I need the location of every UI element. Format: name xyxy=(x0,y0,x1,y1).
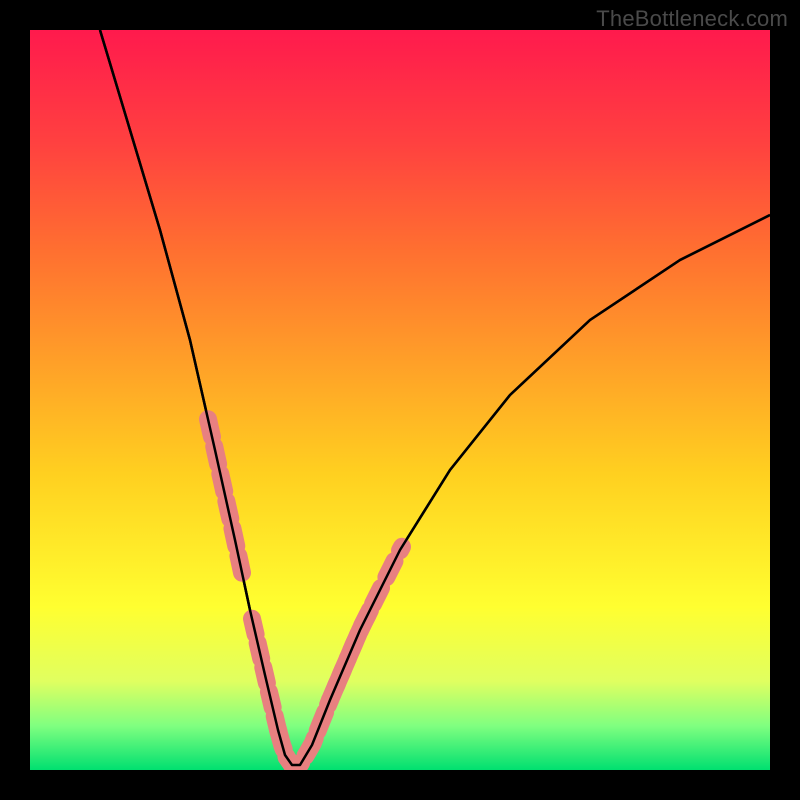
bottleneck-curve xyxy=(100,30,770,765)
chart-svg xyxy=(30,30,770,770)
bottleneck-curve xyxy=(100,30,770,765)
watermark-text: TheBottleneck.com xyxy=(596,6,788,32)
chart-frame: TheBottleneck.com xyxy=(0,0,800,800)
plot-area xyxy=(30,30,770,770)
